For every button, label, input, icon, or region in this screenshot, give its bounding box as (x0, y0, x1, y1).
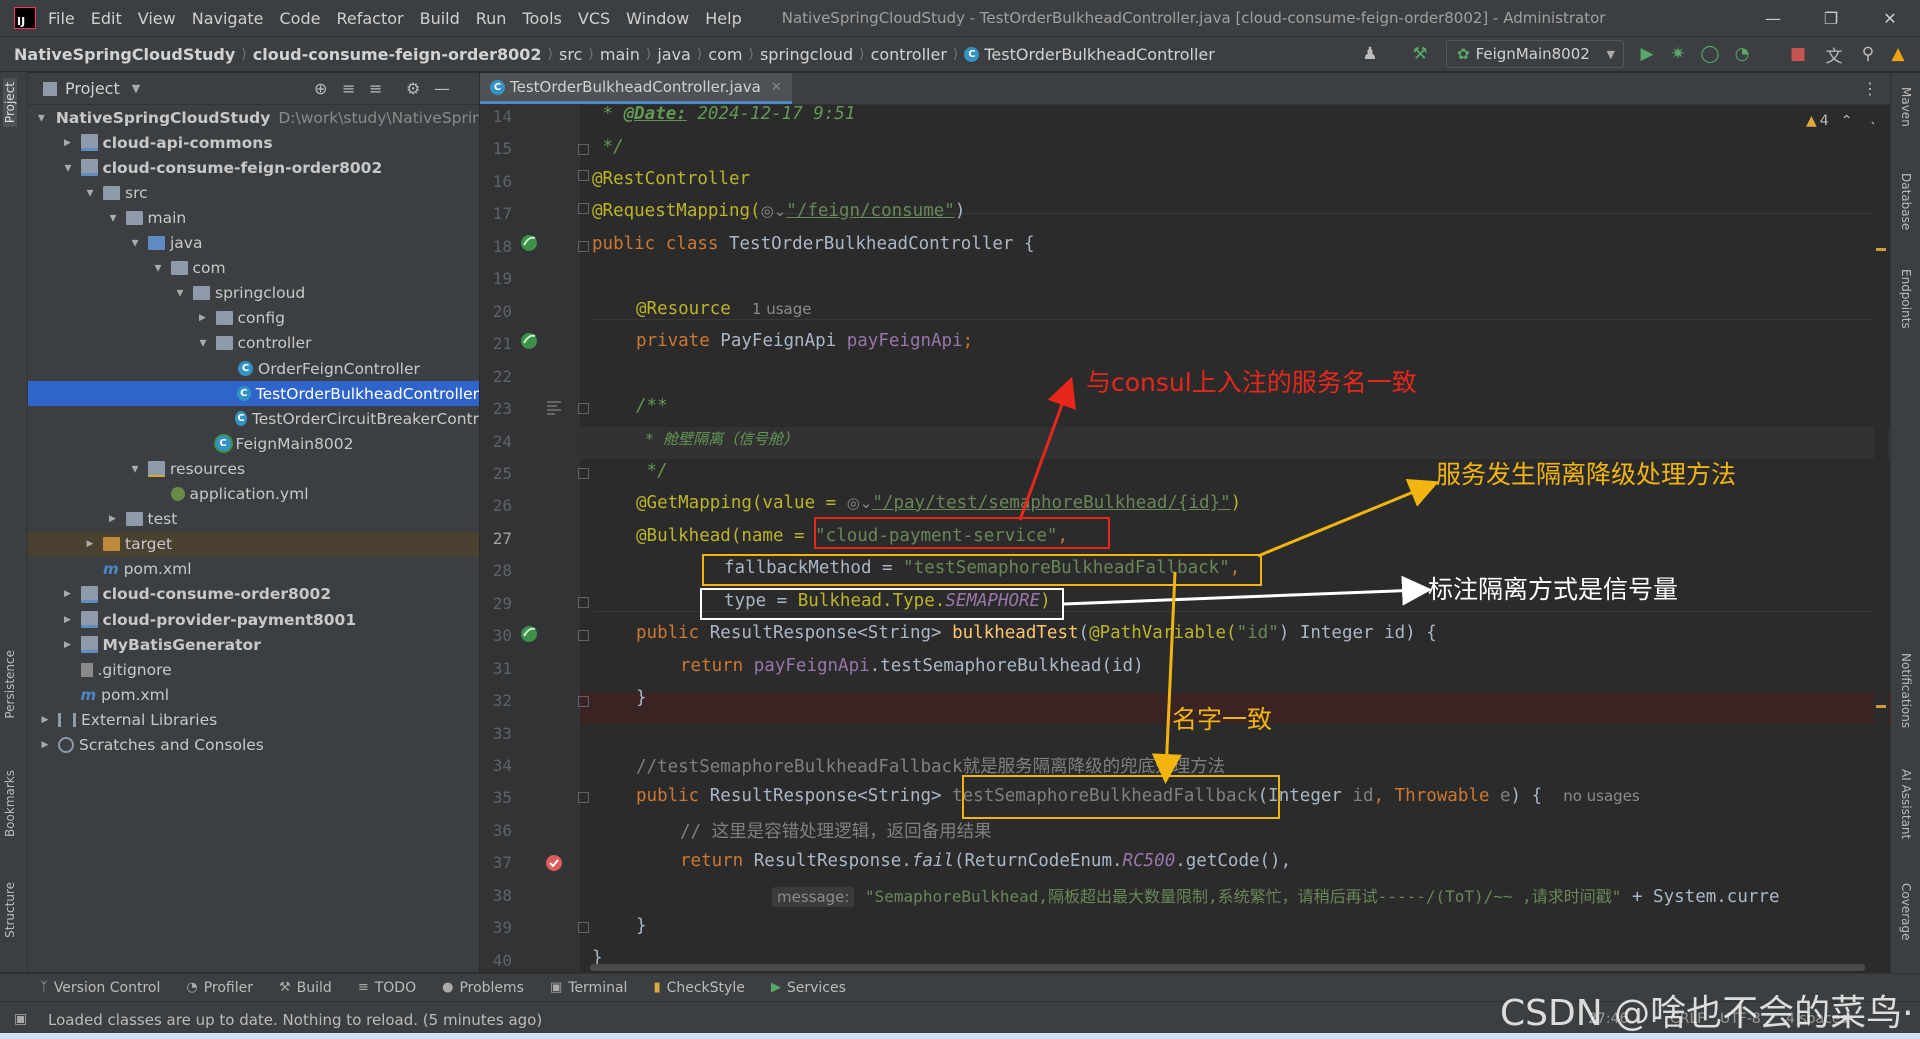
annotation-arrows (1018, 376, 1440, 784)
arrow-white (1063, 575, 1432, 606)
note-service-name: 与consul上入注的服务名一致 (1086, 368, 1417, 397)
note-name-match: 名字一致 (1172, 705, 1273, 734)
arrow-yellow-1 (1257, 478, 1440, 558)
arrow-red (1018, 376, 1076, 521)
arrow-yellow-2 (1151, 571, 1182, 784)
note-fallback-method: 服务发生隔离降级处理方法 (1436, 460, 1737, 489)
note-semaphore-type: 标注隔离方式是信号量 (1428, 575, 1679, 604)
